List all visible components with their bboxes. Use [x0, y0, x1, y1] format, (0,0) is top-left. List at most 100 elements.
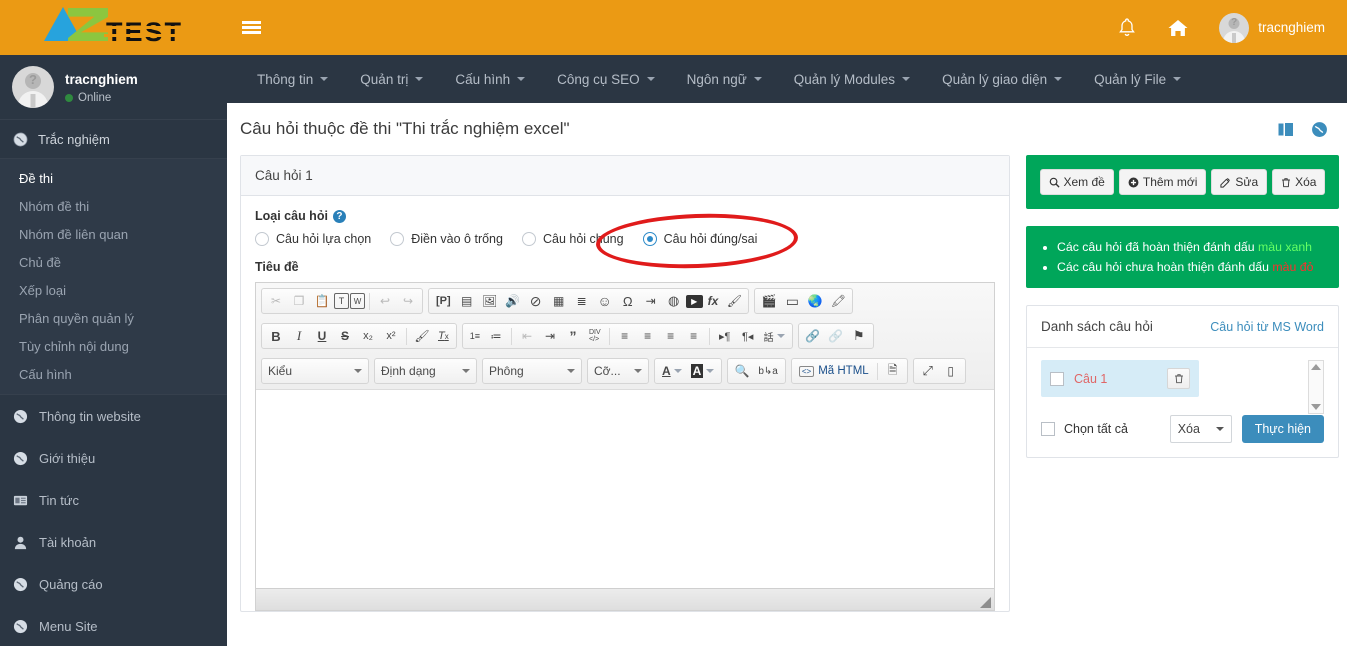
- resize-grip-icon[interactable]: [980, 597, 991, 608]
- sidebar-item-nhom-de-thi[interactable]: Nhóm đề thi: [0, 192, 227, 220]
- nav-ngon-ngu[interactable]: Ngôn ngữ: [671, 55, 778, 103]
- strike-icon[interactable]: S: [334, 326, 356, 346]
- sidebar-item-menu-site[interactable]: Menu Site: [0, 605, 227, 646]
- radio-icon[interactable]: [255, 232, 269, 246]
- help-icon[interactable]: ?: [332, 209, 346, 223]
- nav-quan-ly-giao-dien[interactable]: Quản lý giao diện: [926, 55, 1078, 103]
- insert-list-icon[interactable]: ⇥: [640, 291, 662, 311]
- bulk-action-select[interactable]: Xóa: [1169, 415, 1232, 443]
- blockquote-icon[interactable]: ”: [562, 326, 584, 346]
- find-icon[interactable]: 🔍: [731, 361, 753, 381]
- numbered-list-icon[interactable]: 1≡: [466, 326, 484, 346]
- globe-icon[interactable]: 🌏: [804, 291, 826, 311]
- table-icon[interactable]: ▦: [548, 291, 570, 311]
- book-icon[interactable]: [1276, 121, 1295, 138]
- show-blocks-icon[interactable]: ▯: [940, 361, 962, 381]
- iframe-icon[interactable]: ◍: [663, 291, 685, 311]
- document-icon[interactable]: 🗎: [882, 361, 904, 381]
- cut-icon[interactable]: ✂: [265, 291, 287, 311]
- underline-icon[interactable]: U: [311, 326, 333, 346]
- outdent-icon[interactable]: ⇤: [516, 326, 538, 346]
- horizontal-rule-icon[interactable]: ≣: [571, 291, 593, 311]
- sidebar-user-box[interactable]: ? tracnghiem Online: [0, 55, 227, 120]
- bulleted-list-icon[interactable]: ≔: [485, 326, 507, 346]
- sidebar-item-xep-loai[interactable]: Xếp loại: [0, 276, 227, 304]
- text-color-icon[interactable]: A: [658, 361, 686, 381]
- sidebar-item-nhom-de-lien-quan[interactable]: Nhóm đề liên quan: [0, 220, 227, 248]
- smiley-icon[interactable]: ☺: [594, 291, 616, 311]
- italic-icon[interactable]: I: [288, 326, 310, 346]
- align-center-icon[interactable]: ≡: [637, 326, 659, 346]
- undo-icon[interactable]: ↩: [374, 291, 396, 311]
- radio-icon[interactable]: [521, 232, 536, 246]
- subscript-icon[interactable]: x₂: [357, 326, 379, 346]
- math-formula-icon[interactable]: fx: [704, 291, 723, 311]
- image-icon[interactable]: 🖼: [479, 291, 501, 311]
- paste-icon[interactable]: 📋: [311, 291, 333, 311]
- maximize-icon[interactable]: ⤢: [917, 361, 939, 381]
- paste-text-icon[interactable]: T: [334, 293, 349, 309]
- nav-quan-ly-file[interactable]: Quản lý File: [1078, 55, 1197, 103]
- brand-logo[interactable]: TEST: [0, 0, 227, 55]
- bold-icon[interactable]: B: [265, 326, 287, 346]
- hamburger-icon[interactable]: [233, 0, 269, 55]
- source-code-icon[interactable]: <> Mã HTML: [795, 361, 873, 381]
- link-icon[interactable]: 🔗: [802, 326, 824, 346]
- format-combo[interactable]: Định dạng: [374, 358, 477, 384]
- nav-cau-hinh[interactable]: Cấu hình: [439, 55, 541, 103]
- nav-cong-cu-seo[interactable]: Công cụ SEO: [541, 55, 671, 103]
- radio-cau-hoi-dung-sai[interactable]: Câu hỏi đúng/sai: [642, 232, 757, 246]
- scroll-down-icon[interactable]: [1311, 404, 1321, 410]
- copy-format-icon[interactable]: 🖌: [411, 326, 433, 346]
- execute-button[interactable]: Thực hiện: [1241, 415, 1324, 443]
- page-break-icon[interactable]: [P]: [432, 291, 455, 311]
- align-justify-icon[interactable]: ≡: [683, 326, 705, 346]
- radio-cau-hoi-lua-chon[interactable]: Câu hỏi lựa chọn: [255, 232, 371, 246]
- add-new-button[interactable]: Thêm mới: [1118, 169, 1207, 195]
- unlink-icon[interactable]: 🔗: [825, 326, 847, 346]
- sidebar-item-tai-khoan[interactable]: Tài khoản: [0, 521, 227, 563]
- color-paint-icon[interactable]: 🖍: [827, 291, 849, 311]
- question-checkbox[interactable]: [1050, 371, 1064, 386]
- remove-format-icon[interactable]: Tx: [434, 326, 453, 346]
- sidebar-item-quang-cao[interactable]: Quảng cáo: [0, 563, 227, 605]
- select-all-control[interactable]: Chọn tất cả: [1041, 422, 1128, 436]
- anchor-icon[interactable]: ⚑: [848, 326, 870, 346]
- indent-icon[interactable]: ⇥: [539, 326, 561, 346]
- list-item[interactable]: Câu 1: [1041, 360, 1199, 397]
- scroll-up-icon[interactable]: [1311, 364, 1321, 370]
- edit-button[interactable]: Sửa: [1211, 169, 1268, 195]
- view-exam-button[interactable]: Xem đề: [1039, 169, 1114, 195]
- align-left-icon[interactable]: ≡: [614, 326, 636, 346]
- home-icon[interactable]: [1167, 18, 1189, 38]
- paint-icon[interactable]: 🖌: [723, 291, 745, 311]
- editor-content-area[interactable]: [256, 390, 994, 588]
- radio-dien-vao-o-trong[interactable]: Điền vào ô trống: [390, 232, 503, 246]
- language-icon[interactable]: 話: [760, 326, 789, 346]
- sidebar-item-cau-hinh[interactable]: Cấu hình: [0, 360, 227, 388]
- question-list-scrollbar[interactable]: [1308, 360, 1324, 414]
- nav-thong-tin[interactable]: Thông tin: [241, 55, 344, 103]
- nav-quan-tri[interactable]: Quản trị: [344, 55, 439, 103]
- sidebar-item-phan-quyen[interactable]: Phân quyền quản lý: [0, 304, 227, 332]
- sidebar-section-tracnghiem[interactable]: Trắc nghiệm: [0, 120, 227, 159]
- sidebar-item-tin-tuc[interactable]: Tin tức: [0, 479, 227, 521]
- copy-icon[interactable]: ❐: [288, 291, 310, 311]
- delete-button[interactable]: Xóa: [1272, 169, 1326, 195]
- flash-icon[interactable]: ⊘: [525, 291, 547, 311]
- audio-icon[interactable]: 🔊: [502, 291, 524, 311]
- background-color-icon[interactable]: A: [687, 361, 719, 381]
- radio-cau-hoi-chung[interactable]: Câu hỏi chung: [521, 232, 624, 246]
- fontsize-combo[interactable]: Cỡ...: [587, 358, 649, 384]
- ltr-icon[interactable]: ▸¶: [714, 326, 736, 346]
- styles-combo[interactable]: Kiểu: [261, 358, 369, 384]
- topbar-user[interactable]: ? tracnghiem: [1219, 12, 1325, 43]
- sidebar-item-thong-tin-website[interactable]: Thông tin website: [0, 395, 227, 437]
- movie-icon[interactable]: 🎬: [758, 291, 780, 311]
- sidebar-item-chu-de[interactable]: Chủ đề: [0, 248, 227, 276]
- sidebar-item-tuy-chinh[interactable]: Tùy chỉnh nội dung: [0, 332, 227, 360]
- font-combo[interactable]: Phông: [482, 358, 582, 384]
- globe-icon[interactable]: [1311, 121, 1328, 138]
- rtl-icon[interactable]: ¶◂: [737, 326, 759, 346]
- replace-icon[interactable]: b↳a: [754, 361, 782, 381]
